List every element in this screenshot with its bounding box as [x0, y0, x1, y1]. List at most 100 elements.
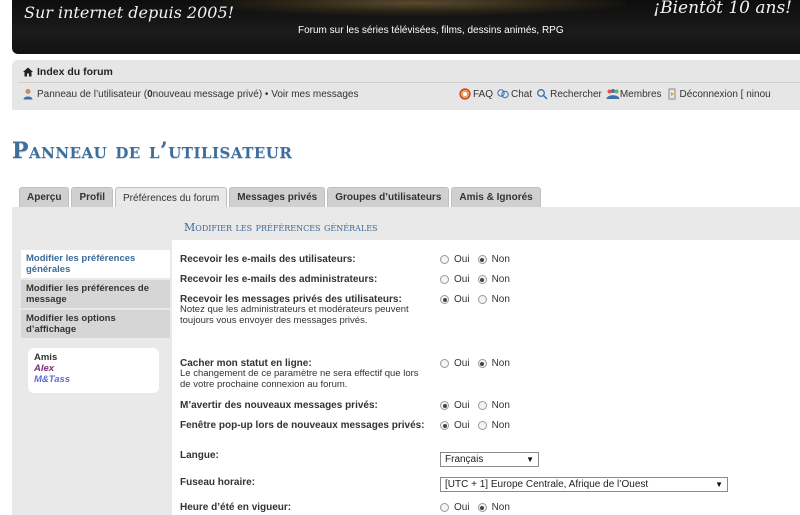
- timezone-select[interactable]: [UTC + 1] Europe Centrale, Afrique de l’…: [440, 477, 728, 492]
- field-label: M’avertir des nouveaux messages privés:: [180, 400, 378, 411]
- radio-yes[interactable]: [440, 255, 449, 264]
- user-panel-icon: [22, 88, 34, 100]
- logout-label: Déconnexion [ ninou: [679, 88, 771, 100]
- field-label: Langue:: [180, 450, 219, 461]
- friends-header: Amis: [34, 352, 58, 363]
- tab-profile[interactable]: Profil: [71, 187, 114, 207]
- radio-no-label: Non: [491, 420, 510, 431]
- forum-index-link[interactable]: Index du forum: [37, 66, 113, 78]
- field-label: Recevoir les e-mails des administrateurs…: [180, 274, 378, 285]
- section-title: Modifier les préférences générales: [184, 221, 378, 234]
- field-label: Heure d’été en vigueur:: [180, 502, 292, 513]
- search-label: Rechercher: [550, 88, 602, 100]
- radio-yes[interactable]: [440, 421, 449, 430]
- members-label: Membres: [619, 88, 662, 100]
- radio-yes-label: Oui: [454, 274, 470, 285]
- dropdown-arrow-icon: ▼: [526, 455, 534, 464]
- logout-icon: [666, 88, 678, 100]
- sidebar-item-display-options[interactable]: Modifier les options d’affichage: [21, 310, 170, 338]
- radio-yes-label: Oui: [454, 502, 470, 513]
- sidebar-item-general-preferences[interactable]: Modifier les préférences générales: [21, 250, 170, 278]
- ucp-link[interactable]: Panneau de l’utilisateur (: [37, 89, 147, 100]
- radio-yes-label: Oui: [454, 254, 470, 265]
- radio-no[interactable]: [477, 275, 487, 284]
- faq-label: FAQ: [473, 88, 494, 100]
- field-label: Recevoir les messages privés des utilisa…: [180, 294, 430, 326]
- field-label: Fenêtre pop-up lors de nouveaux messages…: [180, 420, 425, 431]
- radio-no-label: Non: [491, 358, 510, 369]
- radio-no-label: Non: [491, 502, 510, 513]
- language-select[interactable]: Français ▼: [440, 452, 539, 467]
- radio-yes-label: Oui: [454, 400, 470, 411]
- tab-forum-preferences[interactable]: Préférences du forum: [115, 187, 228, 208]
- friend-link[interactable]: Alex: [34, 363, 153, 374]
- faq-link[interactable]: FAQ: [459, 88, 493, 100]
- members-link[interactable]: Membres: [606, 88, 662, 100]
- radio-no[interactable]: [477, 255, 487, 264]
- radio-group: Oui Non: [440, 502, 518, 513]
- logout-link[interactable]: Déconnexion [ ninou: [666, 88, 771, 100]
- timezone-select-value: [UTC + 1] Europe Centrale, Afrique de l’…: [445, 479, 649, 490]
- quick-links: FAQ Chat Rechercher Membres Déconnexion …: [459, 87, 775, 101]
- tab-overview[interactable]: Aperçu: [19, 187, 70, 207]
- radio-yes[interactable]: [440, 295, 449, 304]
- search-link[interactable]: Rechercher: [536, 88, 602, 100]
- friend-link[interactable]: M&Tass: [34, 374, 153, 385]
- field-label: Fuseau horaire:: [180, 477, 256, 488]
- language-select-value: Français: [445, 454, 484, 465]
- chat-icon: [497, 88, 509, 100]
- radio-no-label: Non: [491, 400, 510, 411]
- radio-no-label: Non: [491, 254, 510, 265]
- faq-icon: [459, 88, 471, 100]
- nav-divider: [18, 82, 800, 83]
- field-label: Cacher mon statut en ligne: Le changemen…: [180, 358, 430, 390]
- radio-yes-label: Oui: [454, 358, 470, 369]
- banner-logo-glow: [207, 0, 627, 16]
- radio-no[interactable]: [477, 421, 487, 430]
- radio-group: Oui Non: [440, 274, 518, 285]
- tab-private-messages[interactable]: Messages privés: [229, 187, 326, 207]
- navigation-bar: Index du forum Panneau de l’utilisateur …: [12, 60, 800, 110]
- home-icon[interactable]: [22, 66, 34, 78]
- friends-box: Amis Alex M&Tass: [28, 348, 159, 393]
- preferences-form: Recevoir les e-mails des utilisateurs: O…: [172, 240, 800, 515]
- field-label: Recevoir les e-mails des utilisateurs:: [180, 254, 356, 265]
- banner-anniversary-text: ¡Bientôt 10 ans!: [653, 0, 792, 18]
- tab-friends-foes[interactable]: Amis & Ignorés: [451, 187, 541, 207]
- user-links: Panneau de l’utilisateur (0 nouveau mess…: [22, 87, 358, 101]
- radio-group: Oui Non: [440, 420, 518, 431]
- members-icon: [606, 88, 620, 100]
- radio-group: Oui Non: [440, 294, 518, 305]
- radio-yes[interactable]: [440, 503, 449, 512]
- search-icon: [536, 88, 548, 100]
- radio-no-label: Non: [491, 274, 510, 285]
- dropdown-arrow-icon: ▼: [715, 480, 723, 489]
- chat-label: Chat: [511, 88, 533, 100]
- banner-since-text: Sur internet depuis 2005!: [24, 3, 235, 22]
- tab-user-groups[interactable]: Groupes d’utilisateurs: [327, 187, 450, 207]
- chat-link[interactable]: Chat: [497, 88, 532, 100]
- field-note: Notez que les administrateurs et modérat…: [180, 304, 409, 326]
- radio-yes-label: Oui: [454, 294, 470, 305]
- ucp-tabs: Aperçu Profil Préférences du forum Messa…: [19, 187, 541, 208]
- preferences-panel: Modifier les préférences générales Modif…: [12, 207, 800, 515]
- page-title: Panneau de l’utilisateur: [12, 138, 293, 164]
- radio-group: Oui Non: [440, 358, 518, 369]
- radio-no-label: Non: [491, 294, 510, 305]
- sidebar-item-message-preferences[interactable]: Modifier les préférences de message: [21, 280, 170, 308]
- radio-no[interactable]: [477, 503, 487, 512]
- radio-group: Oui Non: [440, 400, 518, 411]
- forum-description: Forum sur les séries télévisées, films, …: [298, 25, 564, 36]
- radio-yes[interactable]: [440, 275, 449, 284]
- field-note: Le changement de ce paramètre ne sera ef…: [180, 368, 419, 390]
- breadcrumb: Index du forum: [22, 65, 113, 79]
- radio-yes[interactable]: [440, 359, 449, 368]
- radio-no[interactable]: [477, 295, 487, 304]
- radio-yes[interactable]: [440, 401, 449, 410]
- radio-no[interactable]: [477, 401, 487, 410]
- radio-group: Oui Non: [440, 254, 518, 265]
- radio-no[interactable]: [477, 359, 487, 368]
- ucp-link-suffix[interactable]: nouveau message privé) • Voir mes messag…: [153, 89, 359, 100]
- forum-banner: Sur internet depuis 2005! Forum sur les …: [12, 0, 800, 54]
- sidebar: Modifier les préférences générales Modif…: [21, 250, 170, 393]
